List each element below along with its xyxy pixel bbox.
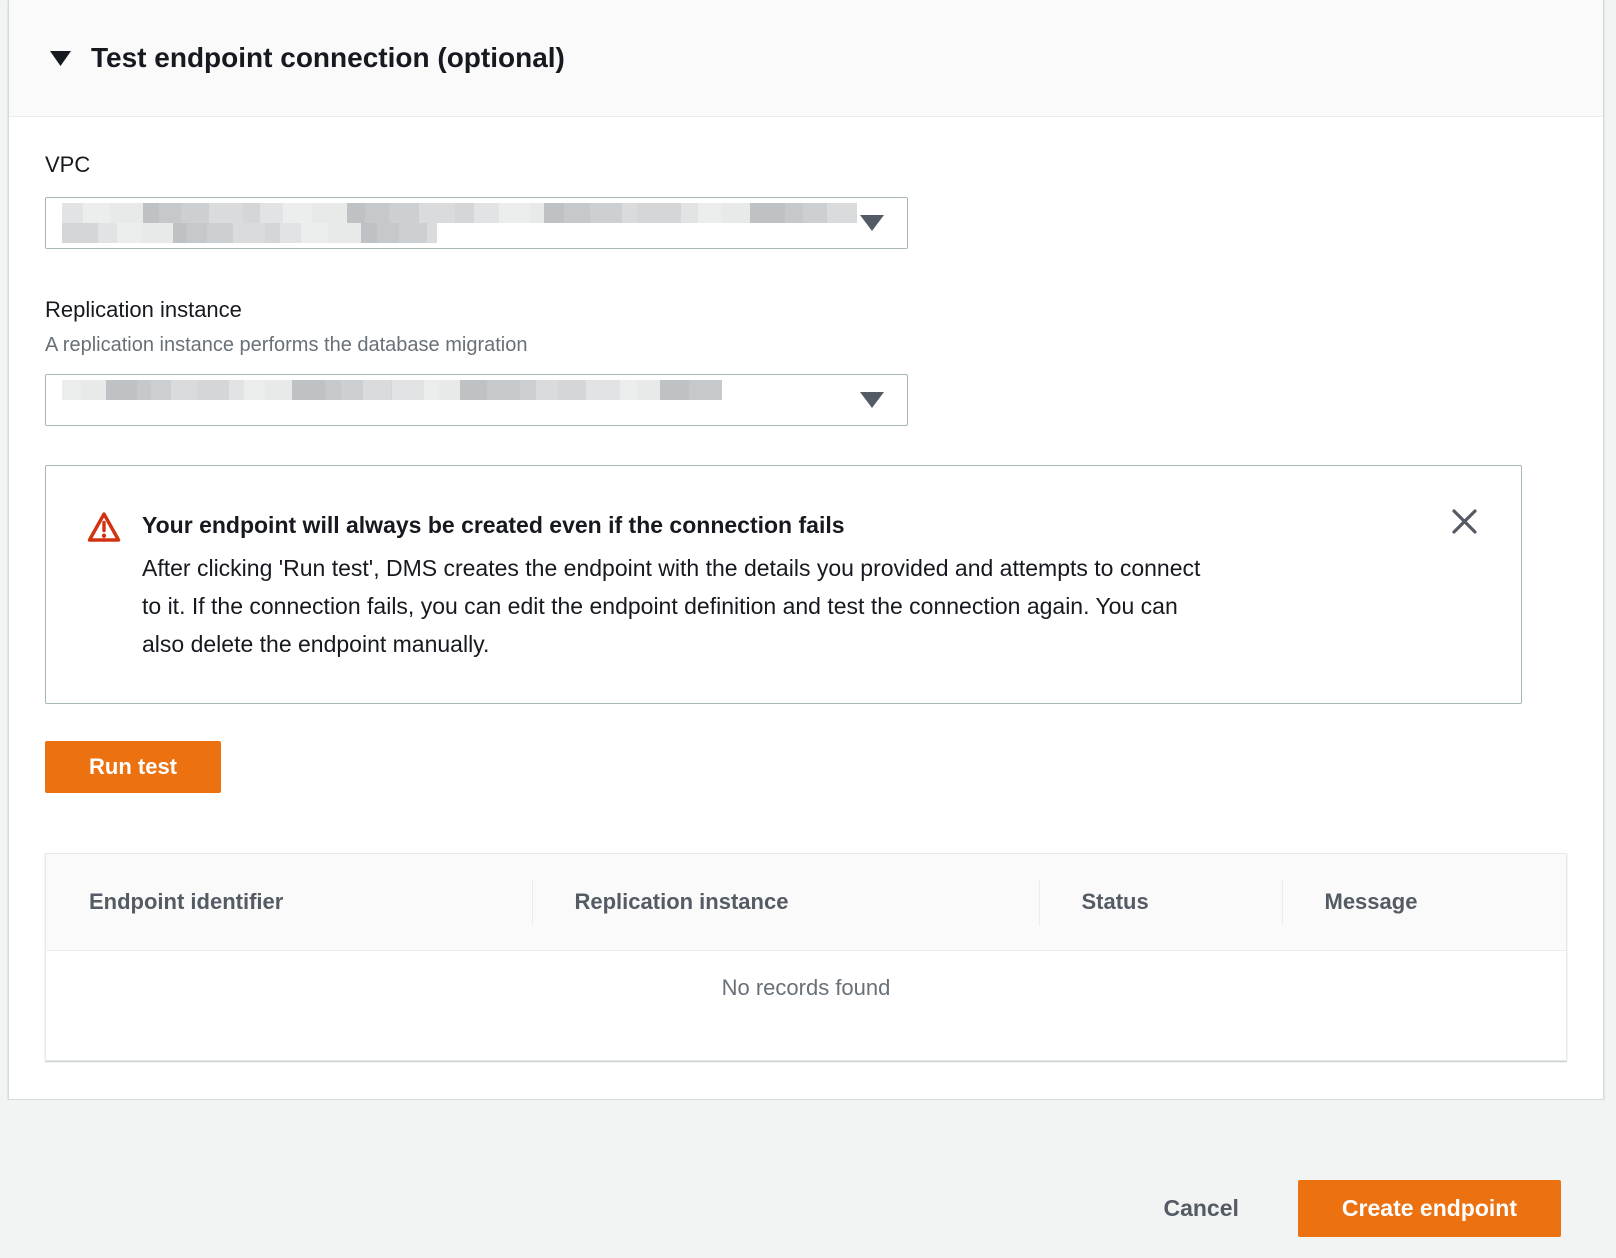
vpc-select[interactable] <box>45 197 908 249</box>
chevron-down-icon <box>859 391 885 409</box>
column-header-endpoint-identifier: Endpoint identifier <box>46 854 532 951</box>
warning-title: Your endpoint will always be created eve… <box>142 510 1200 540</box>
panel-title: Test endpoint connection (optional) <box>91 42 565 74</box>
test-endpoint-connection-panel: Test endpoint connection (optional) VPC … <box>8 0 1604 1100</box>
replication-instance-select[interactable] <box>45 374 908 426</box>
run-test-button[interactable]: Run test <box>45 741 221 793</box>
replication-instance-redacted-value <box>62 380 722 420</box>
page: Test endpoint connection (optional) VPC … <box>0 0 1616 1258</box>
vpc-redacted-value <box>62 203 859 243</box>
warning-triangle-icon <box>87 511 121 663</box>
close-warning-button[interactable] <box>1447 504 1481 538</box>
vpc-label: VPC <box>45 151 1563 179</box>
warning-body-line: also delete the endpoint manually. <box>142 625 1200 663</box>
close-icon <box>1451 508 1478 535</box>
cancel-button[interactable]: Cancel <box>1163 1180 1238 1237</box>
warning-flash: Your endpoint will always be created eve… <box>45 465 1522 704</box>
warning-body-line: After clicking 'Run test', DMS creates t… <box>142 549 1200 587</box>
warning-body-line: to it. If the connection fails, you can … <box>142 587 1200 625</box>
column-header-message: Message <box>1282 854 1567 951</box>
replication-instance-label: Replication instance <box>45 296 1563 324</box>
panel-body: VPC Replication instance A replication i… <box>9 117 1603 1061</box>
create-endpoint-button[interactable]: Create endpoint <box>1298 1180 1561 1237</box>
test-results-table: Endpoint identifier Replication instance… <box>45 853 1567 1061</box>
table-header-row: Endpoint identifier Replication instance… <box>46 854 1567 951</box>
no-records-message: No records found <box>46 951 1567 1061</box>
form-actions-footer: Cancel Create endpoint <box>0 1100 1616 1258</box>
panel-expand-header[interactable]: Test endpoint connection (optional) <box>9 0 1603 117</box>
column-header-replication-instance: Replication instance <box>532 854 1039 951</box>
collapse-caret-icon <box>49 50 72 67</box>
replication-instance-description: A replication instance performs the data… <box>45 332 1563 358</box>
empty-state-row: No records found <box>46 951 1567 1061</box>
chevron-down-icon <box>859 214 885 232</box>
column-header-status: Status <box>1039 854 1282 951</box>
